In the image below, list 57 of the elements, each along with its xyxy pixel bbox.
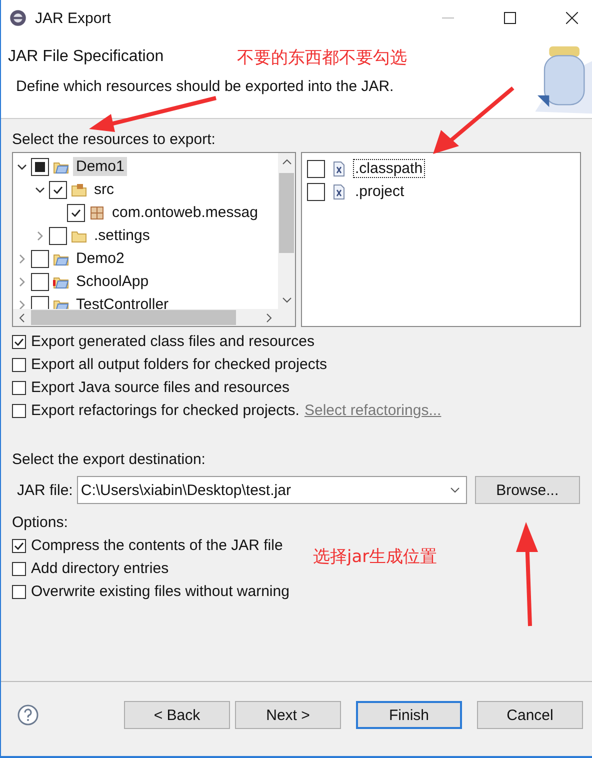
checkbox[interactable] <box>307 160 325 178</box>
scroll-right-icon[interactable] <box>264 312 274 322</box>
maximize-icon[interactable] <box>504 12 516 24</box>
annotation-text: 选择jar生成位置 <box>313 546 438 568</box>
scroll-left-icon[interactable] <box>17 312 27 322</box>
tree-item[interactable]: src <box>91 180 117 199</box>
section-label: Select the resources to export: <box>12 131 216 148</box>
source-folder-icon <box>71 182 87 198</box>
annotation-text: 不要的东西都不要勾选 <box>237 47 407 69</box>
window-title: JAR Export <box>35 10 111 26</box>
file-item[interactable]: .project <box>353 182 406 201</box>
checkbox[interactable] <box>31 296 49 309</box>
tree-item[interactable]: SchoolApp <box>73 272 152 291</box>
checkbox-option[interactable]: Compress the contents of the JAR file <box>12 537 283 554</box>
tree-item[interactable]: Demo1 <box>73 157 128 176</box>
tree-item[interactable]: TestController <box>73 295 172 309</box>
scroll-down-icon[interactable] <box>282 295 292 305</box>
chevron-icon[interactable] <box>35 184 45 194</box>
section-label: Select the export destination: <box>12 451 206 468</box>
checkbox-option[interactable]: Export refactorings for checked projects. <box>12 402 300 419</box>
xml-file-icon <box>331 160 347 176</box>
help-icon[interactable] <box>17 704 39 726</box>
page-title: JAR File Specification <box>8 48 164 66</box>
checkbox[interactable] <box>31 250 49 268</box>
page-description: Define which resources should be exported into the JAR. <box>16 78 394 95</box>
checkbox[interactable] <box>67 204 85 222</box>
close-icon[interactable] <box>566 12 578 24</box>
vertical-scrollbar[interactable] <box>278 153 295 309</box>
dialog-button[interactable]: < Back <box>124 701 230 729</box>
checkbox-option[interactable]: Add directory entries <box>12 560 169 577</box>
checkbox[interactable] <box>31 158 49 176</box>
browse-button[interactable]: Browse... <box>474 476 580 504</box>
horizontal-scrollbar[interactable] <box>13 309 295 326</box>
app-icon <box>9 9 27 27</box>
checkbox-option[interactable]: Overwrite existing files without warning <box>12 583 290 600</box>
scroll-up-icon[interactable] <box>282 157 292 167</box>
section-label: Options: <box>12 514 68 531</box>
dialog-button[interactable]: Next > <box>235 701 341 729</box>
tree-item[interactable]: .settings <box>91 226 153 245</box>
tree-item[interactable]: Demo2 <box>73 249 128 268</box>
chevron-icon[interactable] <box>17 162 27 172</box>
checkbox[interactable] <box>49 180 67 198</box>
checkbox-option[interactable]: Export Java source files and resources <box>12 379 290 396</box>
dialog-button[interactable]: Cancel <box>477 701 583 729</box>
file-item[interactable]: .classpath <box>353 159 425 178</box>
checkbox[interactable] <box>49 226 67 244</box>
dialog-button[interactable]: Finish <box>356 701 462 729</box>
tree-item[interactable]: com.ontoweb.messag <box>109 203 261 222</box>
checkbox[interactable] <box>31 272 49 290</box>
package-icon <box>89 204 105 220</box>
checkbox-option[interactable]: Export all output folders for checked projects <box>12 356 327 373</box>
xml-file-icon <box>331 184 347 200</box>
field-label: JAR file: <box>16 482 73 498</box>
checkbox[interactable] <box>307 182 325 200</box>
jar-path-combo[interactable]: C:\Users\xiabin\Desktop\test.jar <box>76 476 467 504</box>
select-refactorings-link[interactable]: Select refactorings... <box>304 402 442 419</box>
checkbox-option[interactable]: Export generated class files and resources <box>12 333 314 350</box>
